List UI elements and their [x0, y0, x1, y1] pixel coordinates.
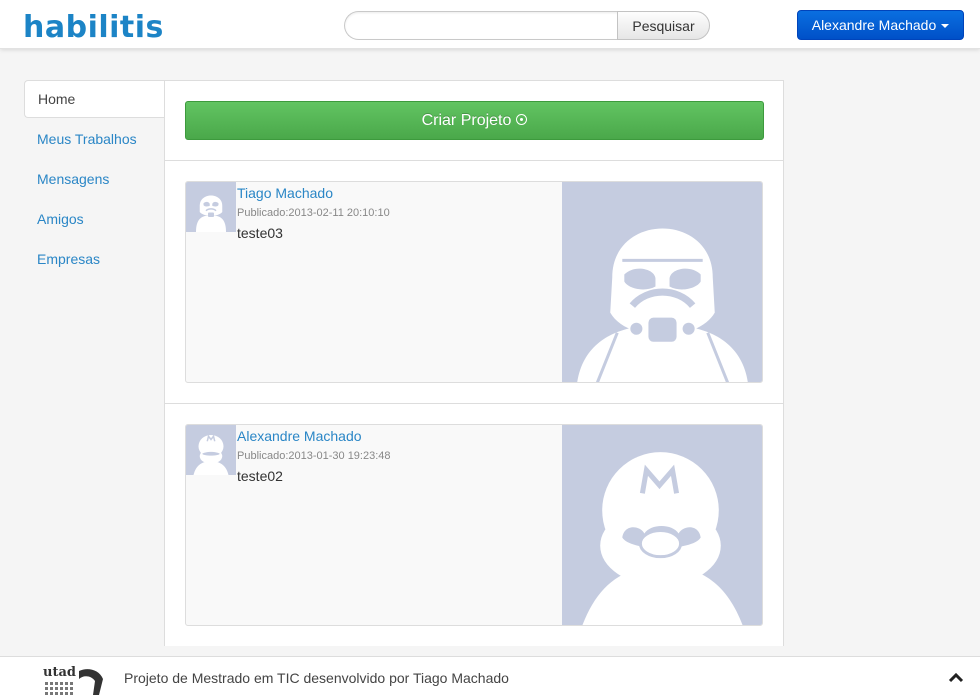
feed-panel: Criar Projeto Tiago Machado Publicado:20…: [164, 80, 784, 646]
divider: [165, 160, 783, 161]
top-navbar: habilitis Pesquisar Alexandre Machado: [0, 0, 980, 49]
feed-post: Tiago Machado Publicado:2013-02-11 20:10…: [185, 181, 763, 383]
stormtrooper-avatar[interactable]: [186, 182, 236, 232]
sidebar-item-meus-trabalhos[interactable]: Meus Trabalhos: [24, 120, 165, 158]
search-form: Pesquisar: [344, 11, 710, 40]
mario-avatar[interactable]: [186, 425, 236, 475]
utad-logo: utad: [43, 663, 105, 697]
chevron-up-icon[interactable]: [948, 671, 964, 685]
svg-text:utad: utad: [43, 665, 76, 680]
sidebar-item-home[interactable]: Home: [24, 80, 165, 118]
brand-logo[interactable]: habilitis: [23, 8, 164, 48]
post-text: teste03: [237, 225, 283, 241]
sidebar-item-amigos[interactable]: Amigos: [24, 200, 165, 238]
main-container: Home Meus Trabalhos Mensagens Amigos Emp…: [24, 80, 784, 646]
sidebar-item-mensagens[interactable]: Mensagens: [24, 160, 165, 198]
page-footer: utad Projeto de Mestrado em TIC desenvol…: [0, 656, 980, 699]
search-input[interactable]: [344, 11, 619, 40]
post-date: Publicado:2013-02-11 20:10:10: [237, 207, 390, 219]
post-text: teste02: [237, 468, 283, 484]
post-author-link[interactable]: Tiago Machado: [237, 185, 333, 201]
divider: [165, 403, 783, 404]
sidebar-item-empresas[interactable]: Empresas: [24, 240, 165, 278]
mario-image[interactable]: [562, 425, 762, 625]
stormtrooper-image[interactable]: [562, 182, 762, 382]
footer-credits: Projeto de Mestrado em TIC desenvolvido …: [124, 670, 509, 686]
sidebar-nav: Home Meus Trabalhos Mensagens Amigos Emp…: [24, 80, 165, 646]
caret-down-icon: [941, 24, 950, 28]
create-project-button[interactable]: Criar Projeto: [185, 101, 764, 140]
user-menu-label: Alexandre Machado: [811, 17, 937, 33]
post-date: Publicado:2013-01-30 19:23:48: [237, 450, 391, 462]
feed-post: Alexandre Machado Publicado:2013-01-30 1…: [185, 424, 763, 626]
search-button[interactable]: Pesquisar: [617, 11, 710, 40]
circle-dot-icon: [516, 113, 528, 125]
post-author-link[interactable]: Alexandre Machado: [237, 428, 362, 444]
user-menu-button[interactable]: Alexandre Machado: [797, 10, 964, 40]
create-project-label: Criar Projeto: [421, 111, 512, 129]
